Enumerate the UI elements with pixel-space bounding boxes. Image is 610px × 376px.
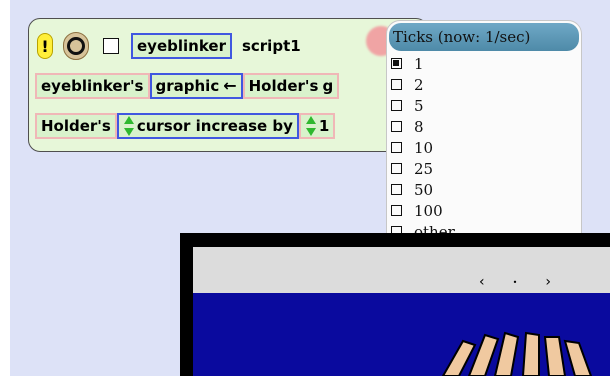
ticks-option-label: 1 — [414, 54, 424, 73]
ticks-option-label: 100 — [414, 201, 443, 220]
cursor-increase-tile[interactable]: cursor increase by — [116, 113, 299, 139]
increment-value-tile[interactable]: 1 — [298, 113, 336, 139]
prev-button[interactable]: ‹ — [479, 274, 485, 292]
checkbox-icon — [391, 163, 402, 174]
command-label: cursor increase by — [136, 117, 293, 135]
holder-tile-2[interactable]: Holder's — [35, 113, 117, 139]
ticks-option[interactable]: 50 — [387, 179, 581, 200]
ticks-option[interactable]: 10 — [387, 137, 581, 158]
frame-header: ‹ • › — [193, 247, 610, 293]
ticks-menu[interactable]: Ticks (now: 1/sec) 1 2 5 8 10 25 50 100 other... — [386, 20, 582, 252]
ticks-option-label: 25 — [414, 159, 434, 178]
holder-cut-text: g — [322, 77, 334, 95]
increment-cut-text: 1 — [318, 117, 330, 135]
graphic-property-tile[interactable]: graphic ← — [149, 73, 243, 99]
checkbox-icon — [391, 205, 402, 216]
script-name[interactable]: script1 — [236, 33, 307, 59]
up-down-arrows-icon[interactable] — [123, 115, 135, 137]
checkbox-icon — [391, 184, 402, 195]
dot-button[interactable]: • — [513, 274, 518, 292]
checkbox-icon — [391, 79, 402, 90]
property-label: graphic — [155, 77, 220, 95]
ticks-option-label: 8 — [414, 117, 424, 136]
checkbox-checked-icon — [391, 58, 402, 69]
checkbox-icon — [391, 100, 402, 111]
command-row: Holder's cursor increase by 1 — [35, 111, 336, 141]
script-header-row: ! eyeblinker script1 — [37, 31, 307, 61]
stop-button[interactable] — [63, 32, 89, 60]
holder-label: Holder's — [248, 77, 319, 95]
ticks-option-label: 2 — [414, 75, 424, 94]
player-frame: ‹ • › — [180, 233, 610, 376]
frame-nav: ‹ • › — [479, 274, 551, 292]
ticks-menu-items: 1 2 5 8 10 25 50 100 other... — [387, 53, 581, 242]
ticks-option-label: 10 — [414, 138, 434, 157]
assignment-row: eyeblinker's graphic ← Holder's g — [35, 71, 340, 101]
checkbox-icon — [391, 121, 402, 132]
ticks-option[interactable]: 1 — [387, 53, 581, 74]
assign-arrow-icon: ← — [223, 76, 237, 95]
ticks-option[interactable]: 100 — [387, 200, 581, 221]
checkbox-icon — [391, 142, 402, 153]
ticks-option[interactable]: 2 — [387, 74, 581, 95]
eye-graphic-icon — [441, 331, 593, 376]
frame-canvas[interactable] — [193, 293, 610, 376]
holder-tile[interactable]: Holder's g — [242, 73, 340, 99]
ring-icon — [67, 37, 85, 55]
ticks-menu-title: Ticks (now: 1/sec) — [389, 23, 579, 51]
object-name-tile[interactable]: eyeblinker — [131, 33, 232, 59]
owner-tile[interactable]: eyeblinker's — [35, 73, 150, 99]
ticks-option[interactable]: 5 — [387, 95, 581, 116]
ticks-option[interactable]: 8 — [387, 116, 581, 137]
next-button[interactable]: › — [545, 274, 551, 292]
ticks-option-label: 5 — [414, 96, 424, 115]
alert-icon[interactable]: ! — [37, 33, 53, 59]
script-checkbox[interactable] — [103, 38, 119, 54]
up-down-arrows-icon-2[interactable] — [305, 115, 317, 137]
ticks-option[interactable]: 25 — [387, 158, 581, 179]
ticks-option-label: 50 — [414, 180, 434, 199]
